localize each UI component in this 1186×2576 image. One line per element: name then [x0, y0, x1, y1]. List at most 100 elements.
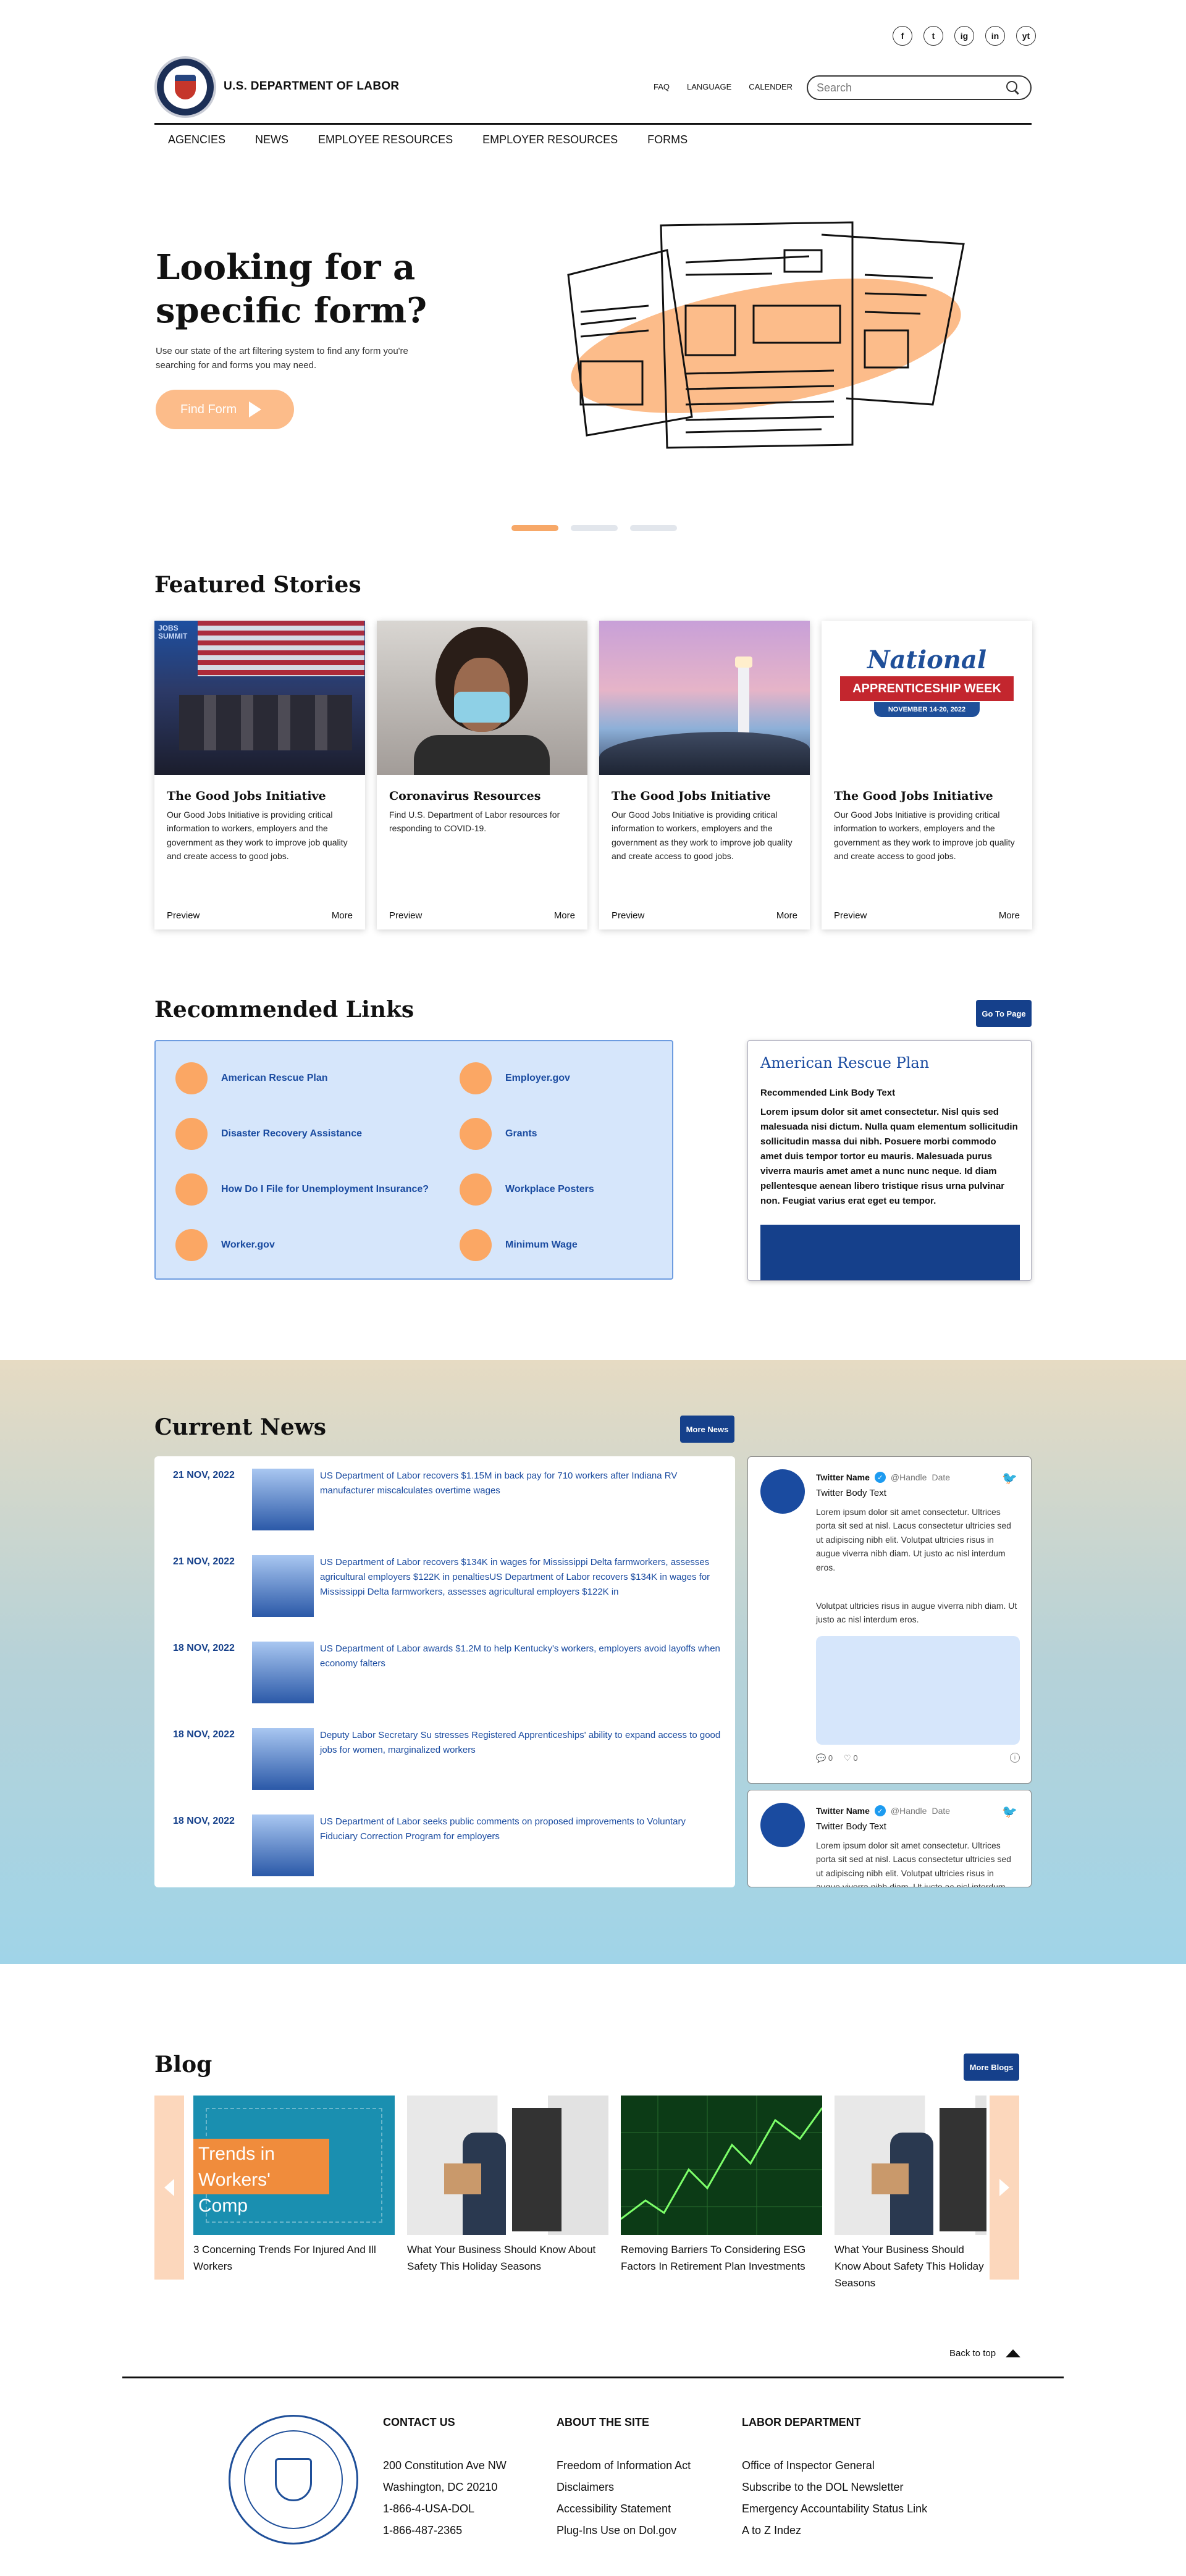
story-title[interactable]: The Good Jobs Initiative: [167, 789, 326, 803]
news-headline[interactable]: US Department of Labor awards $1.2M to h…: [320, 1642, 721, 1671]
more-link[interactable]: More: [999, 910, 1020, 921]
find-form-label: Find Form: [180, 402, 237, 416]
youtube-icon[interactable]: yt: [1016, 26, 1036, 46]
preview-link[interactable]: Preview: [612, 910, 644, 921]
story-card[interactable]: JOBS SUMMIT The Good Jobs Initiative Our…: [154, 621, 365, 929]
lighthouse-icon: [738, 664, 749, 738]
rec-link-item[interactable]: Disaster Recovery Assistance: [175, 1118, 362, 1150]
preview-link[interactable]: Preview: [167, 910, 200, 921]
blog-item-title[interactable]: What Your Business Should Know About Saf…: [407, 2241, 605, 2275]
footer-link[interactable]: Freedom of Information Act: [557, 2455, 691, 2477]
rec-link-item[interactable]: Employer.gov: [460, 1062, 570, 1094]
story-card[interactable]: National APPRENTICESHIP WEEK NOVEMBER 14…: [822, 621, 1032, 929]
faq-link[interactable]: FAQ: [654, 82, 670, 91]
carousel-dot-3[interactable]: [630, 525, 677, 531]
footer-line[interactable]: 1-866-487-2365: [383, 2520, 507, 2541]
story-card[interactable]: The Good Jobs Initiative Our Good Jobs I…: [599, 621, 810, 929]
story-title[interactable]: The Good Jobs Initiative: [612, 789, 771, 803]
apprenticeship-date: NOVEMBER 14-20, 2022: [874, 702, 980, 717]
news-headline[interactable]: US Department of Labor seeks public comm…: [320, 1815, 721, 1844]
blog-prev-button[interactable]: [154, 2096, 184, 2280]
news-headline[interactable]: US Department of Labor recovers $134K in…: [320, 1555, 721, 1600]
news-thumbnail: [252, 1469, 314, 1530]
chevron-left-icon: [164, 2179, 174, 2196]
preview-link[interactable]: Preview: [389, 910, 422, 921]
go-to-page-button[interactable]: Go To Page: [976, 1000, 1032, 1027]
blog-item[interactable]: What Your Business Should Know About Saf…: [407, 2096, 608, 2275]
linkedin-icon[interactable]: in: [985, 26, 1005, 46]
carousel-dot-2[interactable]: [571, 525, 618, 531]
facebook-icon[interactable]: f: [893, 26, 912, 46]
seal-inner: [164, 65, 207, 109]
more-link[interactable]: More: [332, 910, 353, 921]
footer-link[interactable]: Accessibility Statement: [557, 2498, 691, 2520]
footer-link[interactable]: Plug-Ins Use on Dol.gov: [557, 2520, 691, 2541]
nav-agencies[interactable]: AGENCIES: [168, 133, 225, 146]
blog-item-title[interactable]: Removing Barriers To Considering ESG Fac…: [621, 2241, 818, 2275]
rec-link-item[interactable]: American Rescue Plan: [175, 1062, 328, 1094]
reply-icon[interactable]: 💬 0: [816, 1753, 833, 1763]
rec-link-item[interactable]: How Do I File for Unemployment Insurance…: [175, 1173, 429, 1206]
nav-forms[interactable]: FORMS: [647, 133, 688, 146]
news-item[interactable]: 18 NOV, 2022 US Department of Labor seek…: [154, 1802, 735, 1876]
footer-link[interactable]: A to Z Indez: [742, 2520, 927, 2541]
jobs-summit-banner-text: JOBS SUMMIT: [158, 624, 188, 641]
tweet-body-label: Twitter Body Text: [816, 1488, 886, 1498]
like-icon[interactable]: ♡ 0: [844, 1753, 858, 1763]
blog-item[interactable]: What Your Business Should Know About Saf…: [835, 2096, 986, 2287]
story-title[interactable]: Coronavirus Resources: [389, 789, 540, 803]
rec-link-item[interactable]: Minimum Wage: [460, 1229, 578, 1261]
story-title[interactable]: The Good Jobs Initiative: [834, 789, 993, 803]
more-link[interactable]: More: [776, 910, 797, 921]
language-link[interactable]: LANGUAGE: [687, 82, 731, 91]
find-form-button[interactable]: Find Form: [156, 390, 294, 429]
nav-news[interactable]: NEWS: [255, 133, 288, 146]
news-item[interactable]: 21 NOV, 2022 US Department of Labor reco…: [154, 1543, 735, 1617]
news-item[interactable]: 21 NOV, 2022 US Department of Labor reco…: [154, 1456, 735, 1530]
news-headline[interactable]: Deputy Labor Secretary Su stresses Regis…: [320, 1728, 721, 1758]
nav-employer-resources[interactable]: EMPLOYER RESOURCES: [482, 133, 618, 146]
more-news-button[interactable]: More News: [680, 1416, 734, 1443]
footer-line[interactable]: 1-866-4-USA-DOL: [383, 2498, 507, 2520]
preview-link[interactable]: Preview: [834, 910, 867, 921]
person-body: [414, 735, 550, 775]
seal-ring: [244, 2430, 343, 2529]
rec-link-item[interactable]: Grants: [460, 1118, 537, 1150]
carousel-dot-1[interactable]: [511, 525, 558, 531]
rec-link-item[interactable]: Worker.gov: [175, 1229, 275, 1261]
calender-link[interactable]: CALENDER: [749, 82, 793, 91]
more-blogs-button[interactable]: More Blogs: [964, 2054, 1019, 2081]
news-headline[interactable]: US Department of Labor recovers $1.15M i…: [320, 1469, 721, 1498]
info-icon[interactable]: i: [1010, 1753, 1020, 1763]
blog-next-button[interactable]: [990, 2096, 1019, 2280]
nav-employee-resources[interactable]: EMPLOYEE RESOURCES: [318, 133, 453, 146]
tweet-card[interactable]: Twitter Name ✓ @Handle Date 🐦 Twitter Bo…: [747, 1456, 1032, 1784]
dept-name[interactable]: U.S. DEPARTMENT OF LABOR: [224, 80, 399, 93]
story-card[interactable]: Coronavirus Resources Find U.S. Departme…: [377, 621, 587, 929]
footer-about-title: ABOUT THE SITE: [557, 2416, 650, 2428]
blog-item[interactable]: Trends in Workers' Comp 3 Concerning Tre…: [193, 2096, 395, 2275]
search-input[interactable]: [807, 75, 1032, 100]
tweet-card[interactable]: Twitter Name ✓ @Handle Date 🐦 Twitter Bo…: [747, 1790, 1032, 1887]
news-item[interactable]: 18 NOV, 2022 Deputy Labor Secretary Su s…: [154, 1716, 735, 1790]
footer-link[interactable]: Emergency Accountability Status Link: [742, 2498, 927, 2520]
footer-link[interactable]: Office of Inspector General: [742, 2455, 927, 2477]
news-thumbnail: [252, 1555, 314, 1617]
news-item[interactable]: 18 NOV, 2022 US Department of Labor awar…: [154, 1629, 735, 1703]
rec-link-item[interactable]: Workplace Posters: [460, 1173, 594, 1206]
blog-item[interactable]: Removing Barriers To Considering ESG Fac…: [621, 2096, 822, 2275]
footer-link[interactable]: Disclaimers: [557, 2477, 691, 2498]
search-icon[interactable]: [1006, 81, 1017, 92]
dol-seal-logo[interactable]: [154, 56, 216, 118]
story-text: Our Good Jobs Initiative is providing cr…: [167, 810, 348, 862]
more-link[interactable]: More: [554, 910, 575, 921]
footer-link[interactable]: Subscribe to the DOL Newsletter: [742, 2477, 927, 2498]
rec-card-action-block[interactable]: [760, 1225, 1020, 1280]
tweet-media[interactable]: [816, 1636, 1020, 1745]
twitter-icon[interactable]: t: [923, 26, 943, 46]
instagram-icon[interactable]: ig: [954, 26, 974, 46]
rocks-decoration: [599, 732, 810, 775]
blog-item-title[interactable]: 3 Concerning Trends For Injured And Ill …: [193, 2241, 391, 2275]
blog-item-title[interactable]: What Your Business Should Know About Saf…: [835, 2241, 986, 2287]
back-to-top[interactable]: Back to top: [949, 2348, 1021, 2359]
